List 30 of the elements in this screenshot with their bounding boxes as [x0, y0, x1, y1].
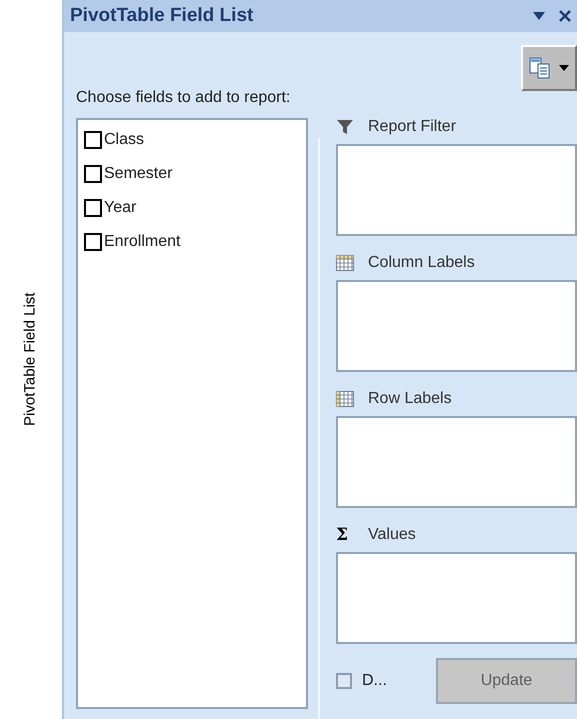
- area-label: Report Filter: [368, 117, 456, 137]
- field-label[interactable]: Semester: [104, 162, 172, 186]
- prompt-text: Choose fields to add to report:: [76, 88, 290, 108]
- window-title: PivotTable Field List: [70, 4, 254, 28]
- area-label: Values: [368, 525, 416, 545]
- drop-area[interactable]: [336, 416, 577, 508]
- defer-label[interactable]: D...: [362, 669, 436, 693]
- grid-icon: [336, 391, 354, 407]
- layout-button[interactable]: [521, 45, 577, 91]
- field-label[interactable]: Class: [104, 128, 144, 152]
- field-checkbox[interactable]: [84, 165, 102, 183]
- field-label[interactable]: Enrollment: [104, 230, 180, 254]
- side-label: PivotTable Field List: [20, 292, 40, 426]
- field-checkbox[interactable]: [84, 199, 102, 217]
- drop-area[interactable]: [336, 144, 577, 236]
- layout-icon: [529, 57, 551, 79]
- dropdown-icon[interactable]: [533, 12, 545, 20]
- grid-icon: [336, 255, 354, 271]
- field-label[interactable]: Year: [104, 196, 136, 220]
- sigma-icon: Σ: [336, 526, 354, 544]
- filter-icon: [336, 119, 354, 135]
- field-checkbox[interactable]: [84, 233, 102, 251]
- defer-checkbox[interactable]: [336, 673, 352, 689]
- area-label: Column Labels: [368, 253, 475, 273]
- drop-area[interactable]: [336, 280, 577, 372]
- close-icon[interactable]: [559, 10, 571, 22]
- area-label: Row Labels: [368, 389, 452, 409]
- drop-area[interactable]: [336, 552, 577, 644]
- field-checkbox[interactable]: [84, 131, 102, 149]
- caret-icon: [559, 65, 569, 71]
